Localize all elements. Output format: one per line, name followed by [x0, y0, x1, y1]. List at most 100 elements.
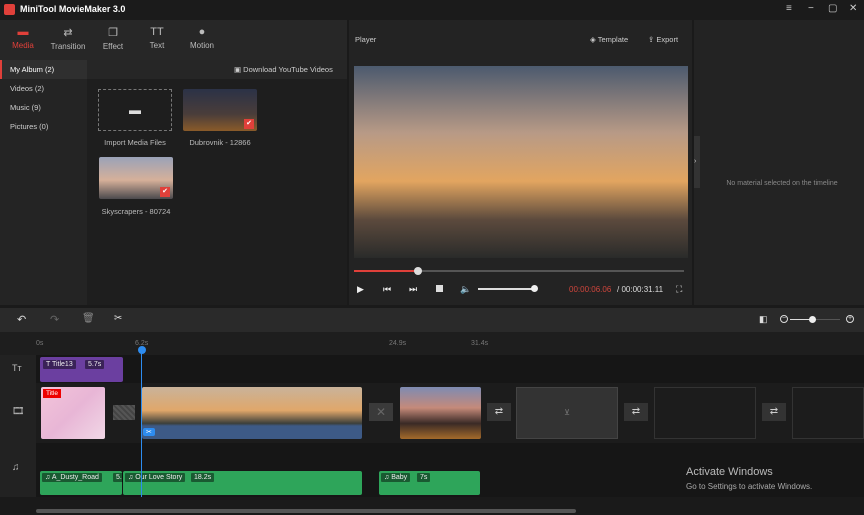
empty-clip-slot[interactable] — [654, 387, 756, 439]
app-title: MiniTool MovieMaker 3.0 — [20, 4, 126, 14]
maximize-button[interactable]: ▢ — [828, 3, 837, 14]
undo-button[interactable]: ↶ — [17, 313, 26, 326]
tab-media[interactable]: ▬ Media — [0, 26, 46, 50]
split-marker-icon[interactable]: ✂ — [143, 428, 155, 436]
stop-button[interactable] — [436, 285, 443, 292]
ruler-tick: 31.4s — [471, 340, 489, 347]
track-headers — [0, 355, 36, 497]
text-icon: TT — [150, 26, 164, 38]
audio-clip[interactable]: ♫ A_Dusty_Road 5. — [40, 471, 125, 495]
zoom-in-button[interactable]: + — [846, 315, 854, 323]
music-track-icon: ♫ — [12, 462, 20, 473]
previous-frame-button[interactable]: ⏮ — [383, 284, 391, 295]
download-label: Download YouTube Videos — [243, 65, 333, 74]
play-button[interactable]: ▶ — [357, 284, 364, 295]
tab-text[interactable]: TT Text — [134, 26, 180, 50]
sidebar-item-videos[interactable]: Videos (2) — [0, 79, 87, 98]
text-track-icon: Tт — [12, 363, 22, 373]
sidebar-item-music[interactable]: Music (9) — [0, 98, 87, 117]
fullscreen-icon[interactable]: ⛶ — [676, 284, 682, 295]
total-time: / 00:00:31.11 — [617, 285, 664, 294]
empty-clip-slot[interactable] — [792, 387, 864, 439]
ruler-tick: 0s — [36, 340, 44, 347]
sidebar-item-pictures[interactable]: Pictures (0) — [0, 117, 87, 136]
current-time: 00:00:06.06 — [569, 285, 612, 294]
title-bar: MiniTool MovieMaker 3.0 ≡ − ▢ ✕ — [0, 0, 864, 20]
audio-clip[interactable]: ♫ Our Love Story 18.2s — [123, 471, 362, 495]
volume-slider[interactable] — [478, 288, 534, 290]
sidebar-item-my-album[interactable]: My Album (2) — [0, 60, 87, 79]
split-button[interactable]: ✂ — [114, 313, 122, 324]
player-title: Player — [355, 35, 377, 44]
audio-name: Our Love Story — [135, 474, 183, 481]
dubrovnik-clip[interactable] — [400, 387, 481, 439]
tab-transition[interactable]: ⇄ Transition — [45, 26, 91, 51]
import-media-button[interactable]: ▬ — [98, 89, 172, 131]
media-thumb-skyscrapers[interactable]: ✔ — [99, 157, 173, 199]
effect-icon: ❐ — [108, 27, 118, 39]
folder-icon: ▬ — [129, 103, 141, 117]
empty-message: No material selected on the timeline — [726, 180, 838, 187]
import-label: Import Media Files — [104, 138, 166, 147]
zoom-handle[interactable] — [809, 316, 816, 323]
timeline-ruler[interactable] — [0, 332, 864, 355]
motion-icon: ● — [198, 26, 206, 38]
download-youtube-button[interactable]: ▣ Download YouTube Videos — [234, 65, 333, 74]
transition-slot[interactable] — [113, 405, 135, 420]
transition-slot[interactable]: ✕ — [369, 403, 393, 421]
fit-timeline-icon[interactable]: ◧ — [759, 314, 768, 325]
timeline-scrollbar[interactable] — [36, 509, 576, 513]
minimize-button[interactable]: − — [808, 3, 814, 14]
media-label: Skyscrapers - 80724 — [101, 207, 171, 216]
ruler-tick: 24.9s — [389, 340, 407, 347]
template-button[interactable]: ◈ Template — [590, 35, 628, 44]
activation-watermark: Activate Windows — [686, 466, 773, 478]
title-clip-duration: 5.7s — [85, 360, 105, 369]
close-button[interactable]: ✕ — [849, 3, 857, 14]
title-clip-name: T Title13 — [43, 360, 76, 369]
transition-slot[interactable]: ⇄ — [624, 403, 648, 421]
export-label: Export — [656, 35, 679, 44]
transition-slot[interactable]: ⇄ — [487, 403, 511, 421]
menu-icon[interactable]: ≡ — [786, 3, 792, 14]
properties-panel — [694, 20, 864, 305]
title-clip-label: Title13 — [51, 361, 73, 368]
transition-slot[interactable]: ⇄ — [762, 403, 786, 421]
app-logo-icon — [4, 4, 15, 15]
empty-clip-slot[interactable]: ⊻ — [516, 387, 618, 439]
tab-motion[interactable]: ● Motion — [179, 26, 225, 50]
template-label: Template — [597, 35, 629, 44]
media-thumb-dubrovnik[interactable]: ✔ — [183, 89, 257, 131]
timeline-toolbar — [0, 308, 864, 332]
audio-duration: 7s — [417, 473, 431, 482]
seek-progress — [354, 270, 419, 272]
zoom-out-button[interactable]: − — [780, 315, 788, 323]
export-button[interactable]: ⇪ Export — [648, 35, 678, 44]
video-track-icon: 🎞 — [12, 406, 25, 417]
delete-button[interactable]: 🗑 — [82, 313, 95, 324]
title-badge: Title — [43, 389, 62, 398]
next-frame-button[interactable]: ⏭ — [409, 284, 417, 295]
skyscrapers-clip[interactable]: ✂ — [142, 387, 362, 439]
playhead-handle[interactable] — [138, 346, 146, 354]
title-clip[interactable]: T Title13 5.7s — [40, 357, 123, 382]
check-icon: ✔ — [244, 119, 254, 129]
audio-clip[interactable]: ♫ Baby 7s — [379, 471, 480, 495]
title-video-clip[interactable]: Title — [41, 387, 105, 439]
audio-clip-name: ♫ Baby — [381, 473, 411, 482]
audio-clip-name: ♫ Our Love Story — [125, 473, 186, 482]
tab-effect[interactable]: ❐ Effect — [90, 26, 136, 51]
folder-icon: ▬ — [17, 26, 29, 38]
volume-handle[interactable] — [531, 285, 538, 292]
audio-name: Baby — [391, 474, 408, 481]
volume-icon[interactable]: 🔈 — [460, 284, 471, 295]
audio-duration: 18.2s — [191, 473, 215, 482]
playhead[interactable] — [141, 350, 142, 497]
video-preview — [354, 66, 688, 258]
audio-name: A_Dusty_Road — [51, 474, 99, 481]
redo-button[interactable]: ↷ — [50, 313, 59, 326]
activation-watermark-sub: Go to Settings to activate Windows. — [686, 482, 813, 491]
transition-icon: ⇄ — [63, 27, 73, 39]
title-track — [0, 355, 864, 383]
media-label: Dubrovnik - 12866 — [189, 138, 251, 147]
